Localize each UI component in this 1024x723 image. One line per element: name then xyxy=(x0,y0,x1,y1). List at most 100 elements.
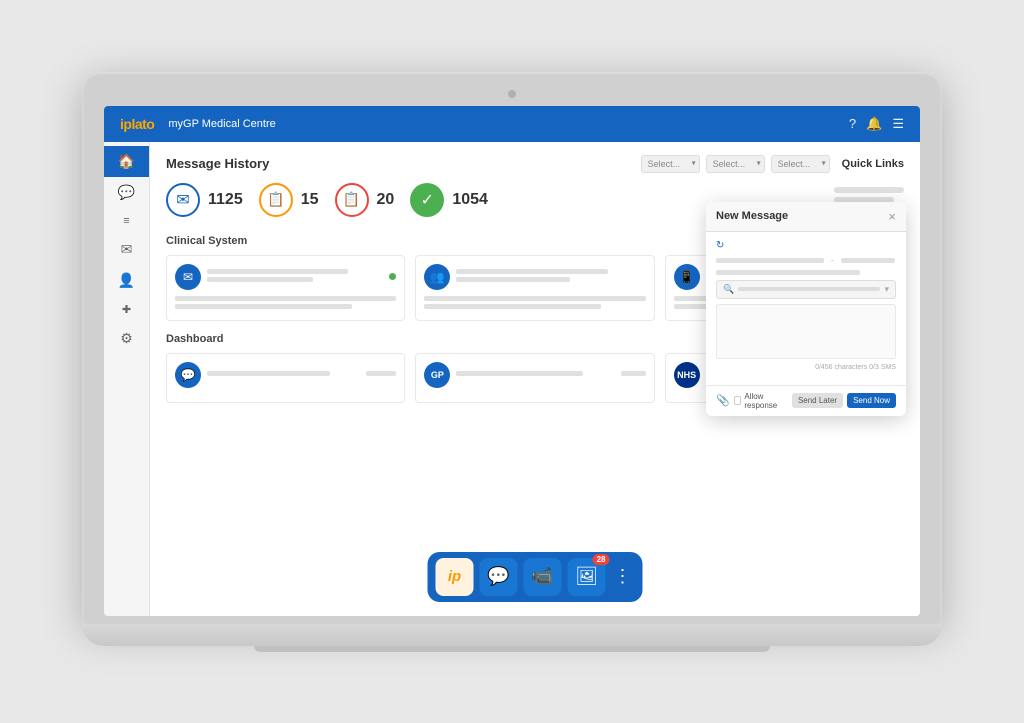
message-text-area[interactable] xyxy=(716,304,896,359)
filter-select-2[interactable]: Select... xyxy=(706,155,765,173)
status-dot-green xyxy=(389,273,396,280)
list-icon: ≡ xyxy=(123,215,129,227)
sidebar-item-patients[interactable]: 👤 xyxy=(104,265,149,296)
notify-icon: 🖼 xyxy=(575,566,598,587)
card-line xyxy=(175,304,352,309)
modal-header: New Message × xyxy=(706,202,906,232)
dock-dots[interactable]: ⋮ xyxy=(612,566,635,587)
chat-icon: 💬 xyxy=(487,566,509,587)
dashboard-card-icon-3: NHS xyxy=(674,362,700,388)
sidebar-item-home[interactable]: 🏠 xyxy=(104,146,149,177)
stat-item-failed: 📋 20 xyxy=(335,183,395,217)
stat-item-pending: 📋 15 xyxy=(259,183,319,217)
laptop-container: iplato myGP Medical Centre ? 🔔 ☰ 🏠 xyxy=(82,72,942,652)
help-icon[interactable]: ? xyxy=(849,116,856,131)
modal-row-2: - xyxy=(716,256,896,265)
main-content: Message History Select... Select... xyxy=(150,142,920,616)
search-icon: 🔍 xyxy=(723,284,734,295)
screen-bezel: iplato myGP Medical Centre ? 🔔 ☰ 🏠 xyxy=(82,72,942,626)
modal-row-1: ↻ xyxy=(716,240,896,251)
sidebar-item-list[interactable]: ≡ xyxy=(104,208,149,234)
card-line xyxy=(175,296,396,301)
modal-search-row[interactable]: 🔍 ▾ xyxy=(716,280,896,299)
card-line xyxy=(456,269,607,274)
send-later-button[interactable]: Send Later xyxy=(792,393,843,408)
stat-icon-failed: 📋 xyxy=(335,183,369,217)
ip-logo: ip xyxy=(448,568,461,585)
clinical-card-2[interactable]: 👥 xyxy=(415,255,654,321)
clinical-card-1[interactable]: ✉ xyxy=(166,255,405,321)
sidebar-item-email[interactable]: ✉ xyxy=(104,234,149,265)
laptop-screen: iplato myGP Medical Centre ? 🔔 ☰ 🏠 xyxy=(104,106,920,616)
message-history-header: Message History Select... Select... xyxy=(166,154,904,173)
filter-select-wrapper-2: Select... xyxy=(706,154,765,173)
stat-item-delivered: ✓ 1054 xyxy=(410,183,488,217)
card-line xyxy=(621,371,646,376)
dashboard-card-icon-2: GP xyxy=(424,362,450,388)
modal-bar xyxy=(716,270,860,275)
email-icon: ✉ xyxy=(121,241,133,258)
modal-row-3 xyxy=(716,270,896,275)
stat-count-pending: 15 xyxy=(301,191,319,209)
attach-icon[interactable]: 📎 xyxy=(716,394,730,407)
sidebar-item-messages[interactable]: 💬 xyxy=(104,177,149,208)
dock-item-ip[interactable]: ip xyxy=(436,558,474,596)
video-icon: 📹 xyxy=(531,566,553,587)
dashboard-card-1[interactable]: 💬 xyxy=(166,353,405,403)
search-dropdown-icon: ▾ xyxy=(884,284,889,295)
filter-row: Select... Select... xyxy=(641,154,830,173)
stat-icon-delivered: ✓ xyxy=(410,183,444,217)
search-bar xyxy=(738,287,880,291)
bell-icon[interactable]: 🔔 xyxy=(866,116,882,132)
filter-select-3[interactable]: Select... xyxy=(771,155,830,173)
modal-close-button[interactable]: × xyxy=(888,210,896,223)
messages-icon: 💬 xyxy=(118,184,135,201)
refresh-icon[interactable]: ↻ xyxy=(716,240,724,251)
app-wrapper: iplato myGP Medical Centre ? 🔔 ☰ 🏠 xyxy=(104,106,920,616)
card-line xyxy=(424,304,601,309)
home-icon: 🏠 xyxy=(118,153,135,170)
dashboard-card-2[interactable]: GP xyxy=(415,353,654,403)
card-line xyxy=(207,371,330,376)
new-message-modal: New Message × ↻ xyxy=(706,202,906,416)
clinical-card-icon-2: 👥 xyxy=(424,264,450,290)
modal-footer: 📎 Allow response Send Later Send Now xyxy=(706,385,906,416)
patients-icon: 👤 xyxy=(118,272,135,289)
stat-count-delivered: 1054 xyxy=(452,191,488,209)
menu-icon[interactable]: ☰ xyxy=(892,116,904,132)
top-nav: iplato myGP Medical Centre ? 🔔 ☰ xyxy=(104,106,920,142)
stat-count-sent: 1125 xyxy=(208,191,243,209)
message-history-title: Message History xyxy=(166,156,641,171)
app-body: 🏠 💬 ≡ ✉ 👤 xyxy=(104,142,920,616)
allow-response-checkbox[interactable] xyxy=(734,396,742,405)
filter-select-wrapper-1: Select... xyxy=(641,154,700,173)
notify-badge: 28 xyxy=(593,554,610,565)
clinical-card-icon-1: ✉ xyxy=(175,264,201,290)
quick-link-bar-1 xyxy=(834,187,904,193)
dock-item-chat[interactable]: 💬 xyxy=(480,558,518,596)
logo: iplato xyxy=(120,116,154,132)
dashboard-card-icon-1: 💬 xyxy=(175,362,201,388)
dock-item-video[interactable]: 📹 xyxy=(524,558,562,596)
filter-select-1[interactable]: Select... xyxy=(641,155,700,173)
sidebar-item-settings[interactable]: ⚙ xyxy=(104,323,149,354)
allow-response-label: Allow response xyxy=(744,392,788,410)
sidebar: 🏠 💬 ≡ ✉ 👤 xyxy=(104,142,150,616)
stat-icon-pending: 📋 xyxy=(259,183,293,217)
quick-links-label: Quick Links xyxy=(842,158,904,170)
stat-icon-sent: ✉ xyxy=(166,183,200,217)
laptop-camera xyxy=(508,90,516,98)
card-line xyxy=(366,371,396,376)
filter-select-wrapper-3: Select... xyxy=(771,154,830,173)
card-line xyxy=(424,296,645,301)
allow-response-row: Allow response xyxy=(734,392,788,410)
dock-item-notify[interactable]: 🖼 28 xyxy=(568,558,606,596)
send-now-button[interactable]: Send Now xyxy=(847,393,896,408)
stat-item-sent: ✉ 1125 xyxy=(166,183,243,217)
sidebar-item-clinical[interactable]: ✚ xyxy=(104,296,149,323)
modal-body: ↻ - xyxy=(706,232,906,385)
modal-bar xyxy=(716,258,824,263)
card-line xyxy=(456,371,583,376)
char-count: 0/456 characters 0/3 SMS xyxy=(716,364,896,371)
modal-title: New Message xyxy=(716,210,788,222)
